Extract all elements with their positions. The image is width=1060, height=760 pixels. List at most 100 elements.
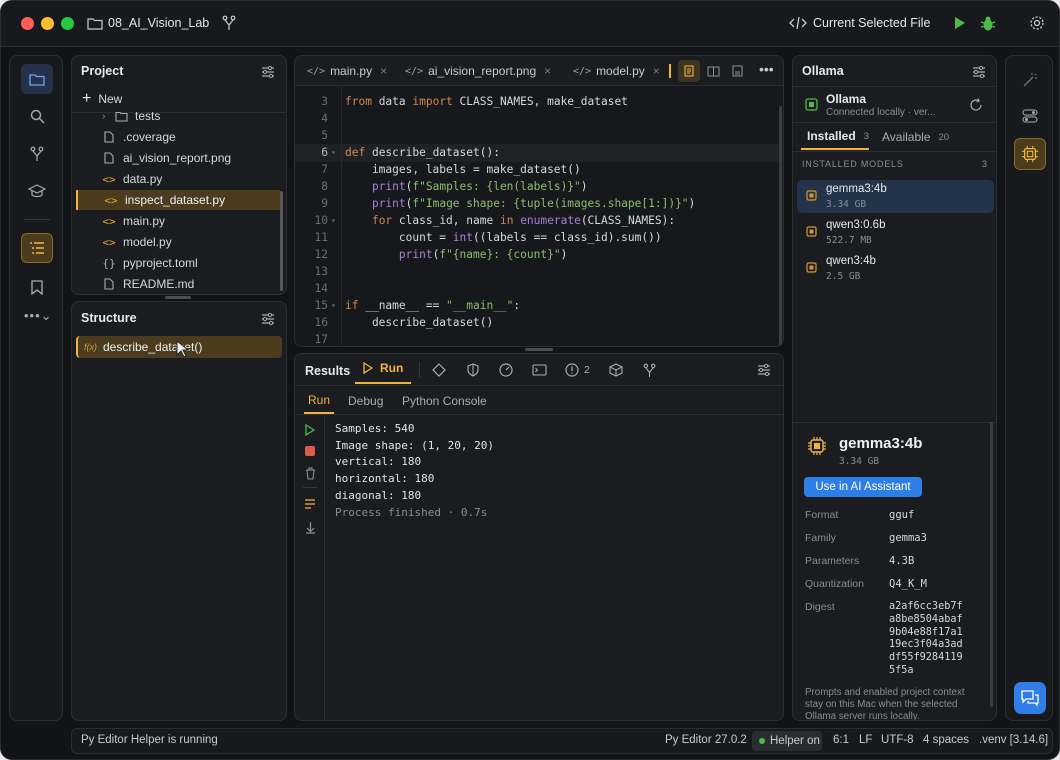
panel-options-icon[interactable] xyxy=(756,363,772,377)
use-in-ai-assistant-button[interactable]: Use in AI Assistant xyxy=(804,477,922,497)
zoom-window-button[interactable] xyxy=(61,17,74,30)
cursor-position[interactable]: 6:1 xyxy=(833,734,849,746)
python-interpreter[interactable]: .venv [3.14.6] xyxy=(979,734,1048,746)
code-line[interactable]: 15 ▾ if __name__ == "__main__": xyxy=(295,297,775,314)
git-branch-icon[interactable] xyxy=(27,144,47,164)
close-tab-icon[interactable]: × xyxy=(544,64,551,78)
soft-wrap-icon[interactable] xyxy=(303,498,317,510)
panel-options-icon[interactable] xyxy=(260,312,276,326)
refresh-icon[interactable] xyxy=(968,97,984,113)
run-tool-tab[interactable]: Run xyxy=(355,354,411,384)
preview-icon[interactable] xyxy=(729,63,745,79)
code-line[interactable]: 13 xyxy=(295,263,775,280)
code-line[interactable]: 8 print(f"Samples: {len(labels)}") xyxy=(295,178,775,195)
panel-options-icon[interactable] xyxy=(971,65,987,79)
scrollbar[interactable] xyxy=(280,191,283,291)
close-tab-icon[interactable]: × xyxy=(653,64,660,78)
file-tree-item[interactable]: README.md xyxy=(76,274,280,294)
code-line[interactable]: 16 describe_dataset() xyxy=(295,314,775,331)
search-icon[interactable] xyxy=(27,106,47,126)
file-tree-item[interactable]: <> model.py xyxy=(76,232,280,252)
minimize-window-button[interactable] xyxy=(41,17,54,30)
editor-scrollbar[interactable] xyxy=(779,106,782,346)
model-item[interactable]: gemma3:4b 3.34 GB xyxy=(797,180,994,213)
learn-graduation-cap-icon[interactable] xyxy=(26,181,48,201)
shield-icon[interactable] xyxy=(465,362,481,378)
code-line[interactable]: 6 ▾ def describe_dataset(): xyxy=(295,144,775,161)
terminal-icon[interactable] xyxy=(531,362,547,378)
code-line[interactable]: 9 print(f"Image shape: {tuple(images.sha… xyxy=(295,195,775,212)
detail-scrollbar[interactable] xyxy=(990,422,993,707)
fold-chevron-icon[interactable]: ▾ xyxy=(331,297,336,314)
close-window-button[interactable] xyxy=(21,17,34,30)
code-line[interactable]: 5 xyxy=(295,127,775,144)
settings-gear-icon[interactable] xyxy=(1029,15,1045,31)
model-item[interactable]: qwen3:4b 2.5 GB xyxy=(797,252,994,285)
code-line[interactable]: 7 images, labels = make_dataset() xyxy=(295,161,775,178)
helper-running-status[interactable]: Py Editor Helper is running xyxy=(81,734,218,746)
code-line[interactable]: 12 print(f"{name}: {count}") xyxy=(295,246,775,263)
chevron-right-icon[interactable]: › xyxy=(102,111,105,122)
vcs-branch-icon[interactable] xyxy=(641,362,657,378)
subtab-python-console[interactable]: Python Console xyxy=(402,394,487,408)
more-tools-ellipsis-icon[interactable]: •••⌄ xyxy=(24,308,53,324)
editor-tab-model-py[interactable]: </> model.py × xyxy=(573,56,660,86)
subtab-debug[interactable]: Debug xyxy=(348,394,383,408)
panel-options-icon[interactable] xyxy=(260,65,276,79)
file-encoding[interactable]: UTF-8 xyxy=(881,734,914,746)
diamond-icon[interactable] xyxy=(431,362,447,378)
file-tree-item[interactable]: {} pyproject.toml xyxy=(76,253,280,273)
file-tree-item[interactable]: <> inspect_dataset.py xyxy=(76,190,280,210)
structure-list-icon[interactable] xyxy=(21,233,53,263)
code-line[interactable]: 17 xyxy=(295,331,775,346)
file-tree-item[interactable]: ai_vision_report.png xyxy=(76,148,280,168)
helper-on-badge[interactable]: Helper on xyxy=(752,731,822,751)
scroll-to-end-icon[interactable] xyxy=(304,520,316,534)
close-tab-icon[interactable]: × xyxy=(380,64,387,78)
file-tree-item[interactable]: <> data.py xyxy=(76,169,280,189)
file-tree-item[interactable]: <> main.py xyxy=(76,211,280,231)
project-folder-icon[interactable] xyxy=(21,64,53,94)
stop-icon[interactable] xyxy=(305,446,315,456)
code-line[interactable]: 14 xyxy=(295,280,775,297)
toggle-settings-icon[interactable] xyxy=(1021,107,1039,125)
trash-icon[interactable] xyxy=(304,466,316,480)
file-tree-item[interactable]: › tests xyxy=(76,106,280,126)
ai-chat-icon[interactable] xyxy=(1014,682,1046,714)
code-line[interactable]: 11 count = int((labels == class_id).sum(… xyxy=(295,229,775,246)
package-cube-icon[interactable] xyxy=(608,362,624,378)
ollama-chip-icon[interactable] xyxy=(1014,138,1046,170)
more-options-icon[interactable]: ••• xyxy=(759,61,774,77)
editor-tab-ai-vision-report[interactable]: </> ai_vision_report.png × xyxy=(405,56,551,86)
editor-resize-handle[interactable] xyxy=(525,348,553,351)
line-separator[interactable]: LF xyxy=(859,734,872,746)
problems-warning-icon[interactable] xyxy=(564,362,580,378)
line-number: 16 xyxy=(314,316,328,329)
tab-available[interactable]: Available 20 xyxy=(882,124,949,150)
tab-installed[interactable]: Installed 3 xyxy=(801,124,869,150)
code-line[interactable]: 4 xyxy=(295,110,775,127)
editor-tab-main-py[interactable]: </> main.py × xyxy=(307,56,387,86)
fold-chevron-icon[interactable]: ▾ xyxy=(331,144,336,161)
subtab-run[interactable]: Run xyxy=(304,388,334,414)
bookmark-icon[interactable] xyxy=(29,278,45,296)
profiler-gauge-icon[interactable] xyxy=(498,362,514,378)
debug-icon[interactable] xyxy=(979,14,997,32)
code-text: count = int((labels == class_id).sum()) xyxy=(345,231,662,244)
vcs-branch-icon[interactable] xyxy=(221,15,237,31)
run-config-selector[interactable]: Current Selected File xyxy=(813,16,930,30)
run-icon[interactable] xyxy=(953,16,967,30)
model-item[interactable]: qwen3:0.6b 522.7 MB xyxy=(797,216,994,249)
code-icon xyxy=(789,16,807,30)
reader-mode-icon[interactable] xyxy=(678,60,700,82)
ai-magic-icon[interactable] xyxy=(1021,70,1039,88)
fold-chevron-icon[interactable]: ▾ xyxy=(331,212,336,229)
rerun-icon[interactable] xyxy=(304,423,316,437)
indent-setting[interactable]: 4 spaces xyxy=(923,734,969,746)
code-line[interactable]: 10 ▾ for class_id, name in enumerate(CLAS… xyxy=(295,212,775,229)
code-line[interactable]: 3 from data import CLASS_NAMES, make_data… xyxy=(295,93,775,110)
project-name[interactable]: 08_AI_Vision_Lab xyxy=(108,16,209,30)
split-editor-icon[interactable] xyxy=(705,63,721,79)
panel-resize-handle[interactable] xyxy=(165,296,191,299)
file-tree-item[interactable]: .coverage xyxy=(76,127,280,147)
